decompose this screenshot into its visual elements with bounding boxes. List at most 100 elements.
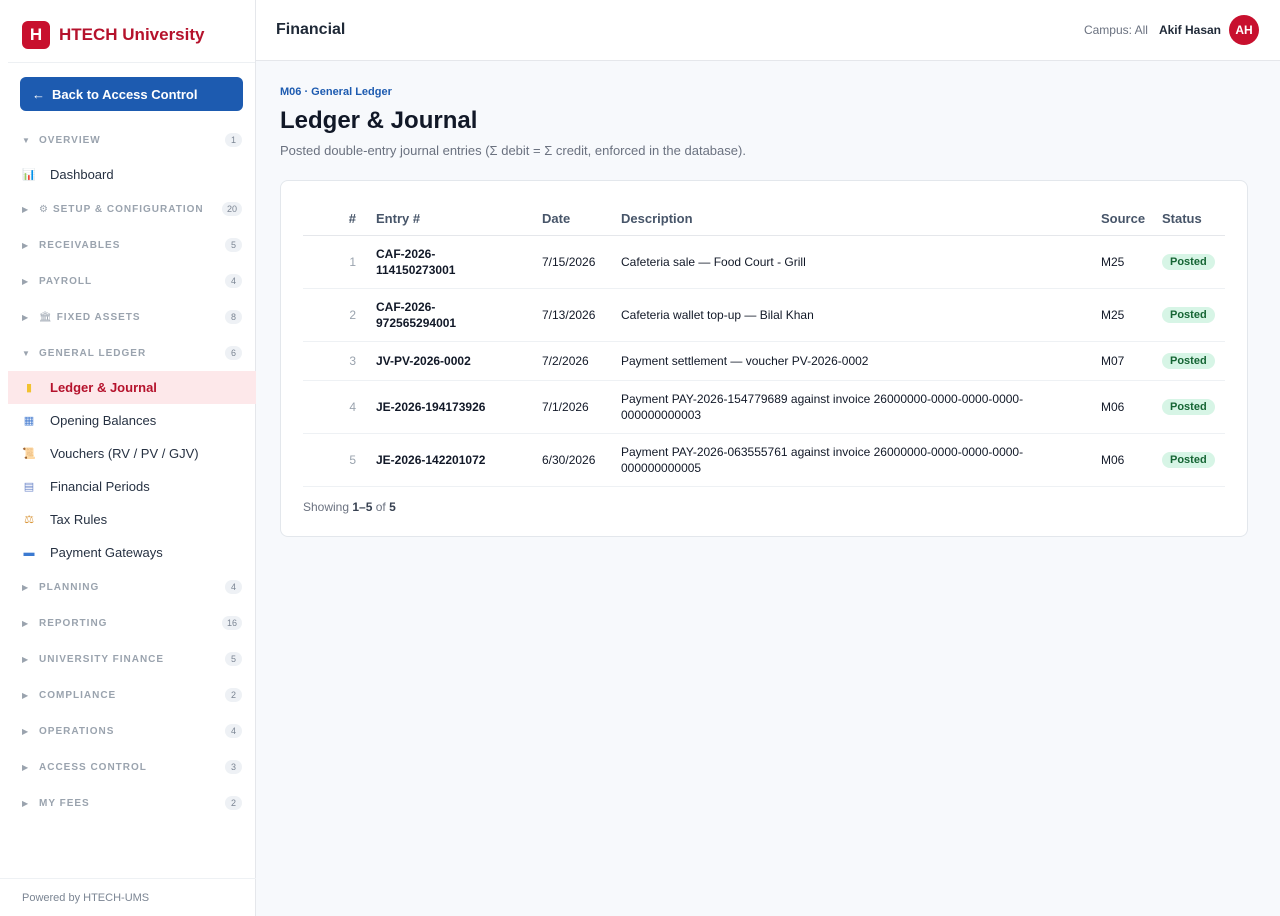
sidebar-item-label: Opening Balances [50, 413, 157, 428]
table-row[interactable]: 1 CAF-2026- 114150273001 7/15/2026 Cafeteria… [303, 235, 1225, 289]
caret-right-icon: ▶ [22, 240, 29, 250]
section-count-badge: 4 [225, 274, 242, 288]
entry-description: Cafeteria wallet top-up — Bilal Khan [621, 288, 1101, 342]
sidebar-item-payment-gateways[interactable]: ▬ Payment Gateways [0, 536, 256, 569]
sidebar-section-my-fees[interactable]: ▶ MY FEES 2 [0, 785, 256, 821]
table-row[interactable]: 4 JE-2026-194173926 7/1/2026 Payment PAY-20… [303, 380, 1225, 434]
card-icon: ▬ [23, 546, 35, 559]
entry-status: Posted [1162, 288, 1225, 342]
row-number: 4 [303, 380, 376, 434]
calendar-icon: ▤ [23, 480, 35, 493]
sidebar-item-ledger-journal[interactable]: ▮ Ledger & Journal [8, 371, 256, 404]
sidebar-item-label: Payment Gateways [50, 545, 163, 560]
sidebar-item-financial-periods[interactable]: ▤ Financial Periods [0, 470, 256, 503]
caret-right-icon: ▶ [22, 762, 29, 772]
status-badge: Posted [1162, 398, 1215, 415]
sidebar-item-opening-balances[interactable]: ▦ Opening Balances [0, 404, 256, 437]
sidebar-section-operations[interactable]: ▶ OPERATIONS 4 [0, 713, 256, 749]
user-name[interactable]: Akif Hasan [1159, 23, 1221, 37]
table-row[interactable]: 2 CAF-2026- 972565294001 7/13/2026 Cafeteria… [303, 288, 1225, 342]
section-count-badge: 1 [225, 133, 242, 147]
entry-source: M06 [1101, 433, 1162, 487]
row-number: 5 [303, 433, 376, 487]
column-header-date[interactable]: Date [542, 203, 621, 236]
caret-right-icon: ▶ [22, 726, 29, 736]
section-count-badge: 5 [225, 652, 242, 666]
entry-number[interactable]: JE-2026-142201072 [376, 433, 542, 487]
avatar[interactable]: AH [1229, 15, 1259, 45]
showing-of: of [372, 499, 390, 514]
sidebar: H HTECH University ← Back to Access Cont… [0, 0, 256, 916]
entry-number[interactable]: CAF-2026- 972565294001 [376, 288, 542, 342]
entry-source: M25 [1101, 288, 1162, 342]
column-header-entry[interactable]: Entry # [376, 203, 542, 236]
showing-range: 1–5 [352, 499, 373, 514]
sidebar-section-reporting[interactable]: ▶ REPORTING 16 [0, 605, 256, 641]
column-header-status[interactable]: Status [1162, 203, 1225, 236]
scroll-icon: 📜 [22, 447, 36, 460]
row-number: 3 [303, 341, 376, 381]
caret-right-icon: ▶ [22, 312, 29, 322]
section-count-badge: 5 [225, 238, 242, 252]
sidebar-section-university-finance[interactable]: ▶ UNIVERSITY FINANCE 5 [0, 641, 256, 677]
sidebar-section-title: OVERVIEW [39, 134, 101, 146]
entry-date: 7/13/2026 [542, 288, 621, 342]
sidebar-section-setup-configuration[interactable]: ▶ ⚙ SETUP & CONFIGURATION 20 [0, 191, 256, 227]
entry-status: Posted [1162, 235, 1225, 289]
status-badge: Posted [1162, 451, 1215, 468]
main-content: M06 · General Ledger Ledger & Journal Po… [256, 61, 1280, 916]
sidebar-section-planning[interactable]: ▶ PLANNING 4 [0, 569, 256, 605]
sidebar-item-tax-rules[interactable]: ⚖ Tax Rules [0, 503, 256, 536]
brand[interactable]: H HTECH University [0, 0, 255, 70]
sidebar-item-vouchers-rv-pv-gjv[interactable]: 📜 Vouchers (RV / PV / GJV) [0, 437, 256, 470]
sidebar-item-label: Tax Rules [50, 512, 108, 527]
sidebar-section-access-control[interactable]: ▶ ACCESS CONTROL 3 [0, 749, 256, 785]
entry-description: Payment PAY-2026-063555761 against invoi… [621, 433, 1101, 487]
column-header-description[interactable]: Description [621, 203, 1101, 236]
entry-description: Cafeteria sale — Food Court - Grill [621, 235, 1101, 289]
divider [8, 62, 255, 63]
sidebar-footer: Powered by HTECH-UMS [0, 878, 256, 916]
column-header-number[interactable]: # [303, 203, 376, 236]
module-title: Financial [276, 21, 346, 38]
row-number: 1 [303, 235, 376, 289]
page-title: Ledger & Journal [280, 107, 478, 134]
entry-number-line: CAF-2026- [376, 299, 436, 314]
brand-logo: H [22, 21, 50, 49]
sidebar-section-overview[interactable]: ▼ OVERVIEW 1 [0, 122, 256, 158]
entry-number[interactable]: CAF-2026- 114150273001 [376, 235, 542, 289]
breadcrumb: M06 · General Ledger [280, 86, 392, 98]
entry-number-line: JE-2026-142201072 [376, 452, 486, 467]
showing-total: 5 [389, 499, 396, 514]
sidebar-section-title: REPORTING [39, 617, 108, 629]
section-count-badge: 8 [225, 310, 242, 324]
row-number: 2 [303, 288, 376, 342]
sidebar-section-compliance[interactable]: ▶ COMPLIANCE 2 [0, 677, 256, 713]
sidebar-section-title: OPERATIONS [39, 725, 115, 737]
sidebar-section-receivables[interactable]: ▶ RECEIVABLES 5 [0, 227, 256, 263]
brand-name: HTECH University [59, 25, 205, 44]
entry-source: M06 [1101, 380, 1162, 434]
sidebar-item-dashboard[interactable]: 📊 Dashboard [0, 158, 256, 191]
entry-status: Posted [1162, 433, 1225, 487]
campus-selector[interactable]: Campus: All [1084, 23, 1148, 37]
column-header-source[interactable]: Source [1101, 203, 1162, 236]
table-row[interactable]: 3 JV-PV-2026-0002 7/2/2026 Payment settleme… [303, 341, 1225, 381]
sidebar-item-label: Dashboard [50, 167, 114, 182]
entry-date: 7/15/2026 [542, 235, 621, 289]
entry-source: M07 [1101, 341, 1162, 381]
back-to-access-control-button[interactable]: ← Back to Access Control [20, 77, 243, 111]
entry-number[interactable]: JV-PV-2026-0002 [376, 341, 542, 381]
caret-right-icon: ▶ [22, 204, 29, 214]
sidebar-section-fixed-assets[interactable]: ▶ 🏛 FIXED ASSETS 8 [0, 299, 256, 335]
entry-number[interactable]: JE-2026-194173926 [376, 380, 542, 434]
page-subtitle: Posted double-entry journal entries (Σ d… [280, 143, 746, 158]
entry-date: 7/2/2026 [542, 341, 621, 381]
table-row[interactable]: 5 JE-2026-142201072 6/30/2026 Payment PAY-2… [303, 433, 1225, 487]
sidebar-section-payroll[interactable]: ▶ PAYROLL 4 [0, 263, 256, 299]
sidebar-item-label: Vouchers (RV / PV / GJV) [50, 446, 199, 461]
sidebar-section-title: UNIVERSITY FINANCE [39, 653, 165, 665]
entry-status: Posted [1162, 380, 1225, 434]
section-count-badge: 4 [225, 724, 242, 738]
sidebar-section-general-ledger[interactable]: ▼ GENERAL LEDGER 6 [0, 335, 256, 371]
